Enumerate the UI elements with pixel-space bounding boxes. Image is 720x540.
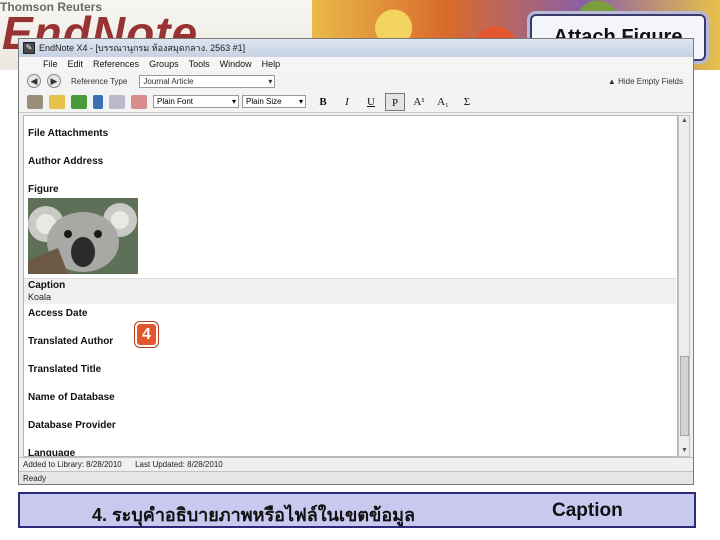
size-select[interactable]: Plain Size — [242, 95, 306, 108]
field-translated-author[interactable]: Translated Author — [28, 336, 113, 347]
field-caption[interactable]: Caption — [28, 280, 65, 291]
instruction-bar: 4. ระบุคำอธิบายภาพหรือไฟล์ในเขตข้อมูล Ca… — [18, 492, 696, 528]
plain-button[interactable]: P — [385, 92, 405, 111]
updated-date: Last Updated: 8/28/2010 — [135, 460, 223, 469]
forward-arrow-icon[interactable]: ▶ — [47, 74, 61, 88]
formatting-toolbar: Plain Font Plain Size B I U P A¹ A₁ Σ — [19, 91, 693, 113]
scroll-down-icon[interactable]: ▼ — [680, 446, 689, 456]
instruction-text: 4. ระบุคำอธิบายภาพหรือไฟล์ในเขตข้อมูล — [92, 505, 416, 525]
insert-image-icon[interactable] — [131, 94, 147, 109]
step-number-badge: 4 — [135, 322, 158, 347]
menu-window[interactable]: Window — [216, 59, 258, 69]
pin-icon[interactable] — [93, 94, 103, 109]
checkmark-icon[interactable] — [71, 94, 87, 109]
menu-references[interactable]: References — [89, 59, 145, 69]
reference-editor: File Attachments Author Address Figure C… — [23, 115, 678, 457]
superscript-button[interactable]: A¹ — [409, 93, 429, 111]
koala-figure-image[interactable] — [28, 198, 138, 274]
window-titlebar: ✎ EndNote X4 - [บรรณานุกรม ห้องสมุดกลาง.… — [19, 39, 693, 57]
status-bar: Ready — [19, 471, 693, 484]
folder-icon[interactable] — [49, 94, 65, 109]
endnote-window: ✎ EndNote X4 - [บรรณานุกรม ห้องสมุดกลาง.… — [18, 38, 694, 485]
instruction-field-name: Caption — [552, 500, 623, 521]
menu-file[interactable]: File — [23, 59, 64, 69]
vertical-scrollbar[interactable]: ▲ ▼ — [678, 115, 690, 457]
endnote-app-icon: ✎ — [23, 42, 35, 54]
window-title: EndNote X4 - [บรรณานุกรม ห้องสมุดกลาง. 2… — [39, 43, 246, 53]
koala-image-art — [28, 198, 138, 274]
menu-bar: File Edit References Groups Tools Window… — [19, 57, 693, 71]
menu-groups[interactable]: Groups — [145, 59, 185, 69]
field-author-address[interactable]: Author Address — [28, 156, 103, 167]
field-translated-title[interactable]: Translated Title — [28, 364, 101, 375]
underline-button[interactable]: U — [361, 93, 381, 111]
reference-type-select[interactable]: Journal Article — [139, 74, 276, 88]
scroll-up-icon[interactable]: ▲ — [680, 116, 689, 126]
font-select[interactable]: Plain Font — [153, 95, 239, 108]
field-language[interactable]: Language — [28, 448, 75, 456]
field-access-date[interactable]: Access Date — [28, 308, 87, 319]
field-name-of-database[interactable]: Name of Database — [28, 392, 115, 403]
status-ready: Ready — [23, 474, 47, 483]
field-file-attachments[interactable]: File Attachments — [28, 128, 108, 139]
reference-type-bar: ◀ ▶ Reference Type Journal Article ▲ Hid… — [19, 71, 693, 91]
bold-button[interactable]: B — [313, 93, 333, 111]
menu-edit[interactable]: Edit — [64, 59, 90, 69]
caption-row — [24, 278, 676, 304]
hide-empty-fields-button[interactable]: ▲ Hide Empty Fields — [608, 77, 683, 86]
menu-help[interactable]: Help — [258, 59, 287, 69]
date-status-bar: Added to Library: 8/28/2010 Last Updated… — [19, 457, 693, 471]
scroll-thumb[interactable] — [680, 356, 689, 436]
caption-input[interactable]: Koala — [28, 292, 51, 302]
field-database-provider[interactable]: Database Provider — [28, 420, 116, 431]
added-date: Added to Library: 8/28/2010 — [23, 460, 122, 469]
italic-button[interactable]: I — [337, 93, 357, 111]
reference-type-label: Reference Type — [71, 76, 128, 86]
back-arrow-icon[interactable]: ◀ — [27, 74, 41, 88]
reference-icon[interactable] — [27, 94, 43, 109]
symbol-button[interactable]: Σ — [457, 93, 477, 111]
list-icon[interactable] — [109, 94, 125, 109]
subscript-button[interactable]: A₁ — [433, 93, 453, 111]
field-figure[interactable]: Figure — [28, 184, 59, 195]
hide-empty-fields-label: Hide Empty Fields — [618, 76, 683, 86]
up-arrow-icon: ▲ — [607, 76, 616, 86]
menu-tools[interactable]: Tools — [185, 59, 216, 69]
